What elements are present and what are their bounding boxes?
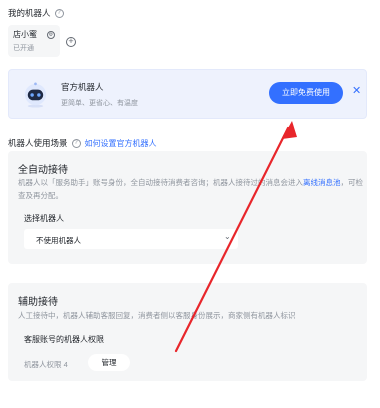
gear-icon[interactable]: ⚙	[47, 30, 55, 39]
usage-scene-title: 机器人使用场景	[8, 138, 68, 148]
official-robot-banner: 官方机器人 更简单、更省心、有温度 立即免费使用 ✕	[8, 69, 367, 119]
robot-permission-count: 机器人权限 4	[24, 360, 68, 369]
official-robot-tags: 更简单、更省心、有温度	[61, 100, 138, 107]
add-robot-button[interactable]: +	[66, 37, 76, 47]
select-robot-label: 选择机器人	[24, 214, 64, 223]
assist-reception-desc: 人工接待中，机器人辅助客服回复，消费者侧以客服身份展示，商家侧有机器人标识	[18, 311, 296, 320]
robot-select[interactable]: 不使用机器人 ⌄	[24, 229, 238, 249]
chevron-down-icon: ⌄	[224, 232, 231, 241]
auto-reception-desc-text: 机器人以「服务助手」账号身份，全自动接待消费者咨询；机器人接待过的消息会进入	[18, 178, 303, 187]
question-circle-icon[interactable]: ?	[54, 8, 64, 18]
my-robots-title: 我的机器人	[8, 8, 51, 18]
use-free-button[interactable]: 立即免费使用	[269, 82, 343, 104]
manage-button[interactable]: 管理	[88, 354, 130, 371]
robot-name: 店小蜜	[13, 30, 37, 39]
how-to-setup-link[interactable]: 如何设置官方机器人	[85, 138, 157, 149]
close-icon[interactable]: ✕	[352, 85, 361, 97]
robot-status: 已开通	[13, 45, 34, 52]
robot-select-value: 不使用机器人	[36, 236, 81, 245]
assist-reception-panel: 辅助接待 人工接待中，机器人辅助客服回复，消费者侧以客服身份展示，商家侧有机器人…	[8, 283, 367, 381]
offline-message-pool-link[interactable]: 离线消息池	[303, 178, 341, 187]
auto-reception-desc: 机器人以「服务助手」账号身份，全自动接待消费者咨询；机器人接待过的消息会进入离线…	[18, 176, 363, 202]
auto-reception-panel: 全自动接待 机器人以「服务助手」账号身份，全自动接待消费者咨询；机器人接待过的消…	[8, 151, 367, 264]
auto-reception-title: 全自动接待	[18, 165, 68, 176]
question-circle-icon[interactable]: ?	[71, 138, 81, 148]
official-robot-title: 官方机器人	[61, 82, 104, 92]
robot-avatar-icon	[24, 82, 47, 108]
assist-reception-title: 辅助接待	[18, 297, 58, 308]
agent-robot-permission-title: 客服账号的机器人权限	[24, 335, 104, 344]
usage-scene-header: 机器人使用场景 ? 如何设置官方机器人	[8, 137, 157, 149]
my-robots-header: 我的机器人 ?	[8, 7, 64, 19]
robot-card-dianxiaomi[interactable]: 店小蜜 ⚙ 已开通	[8, 25, 60, 57]
